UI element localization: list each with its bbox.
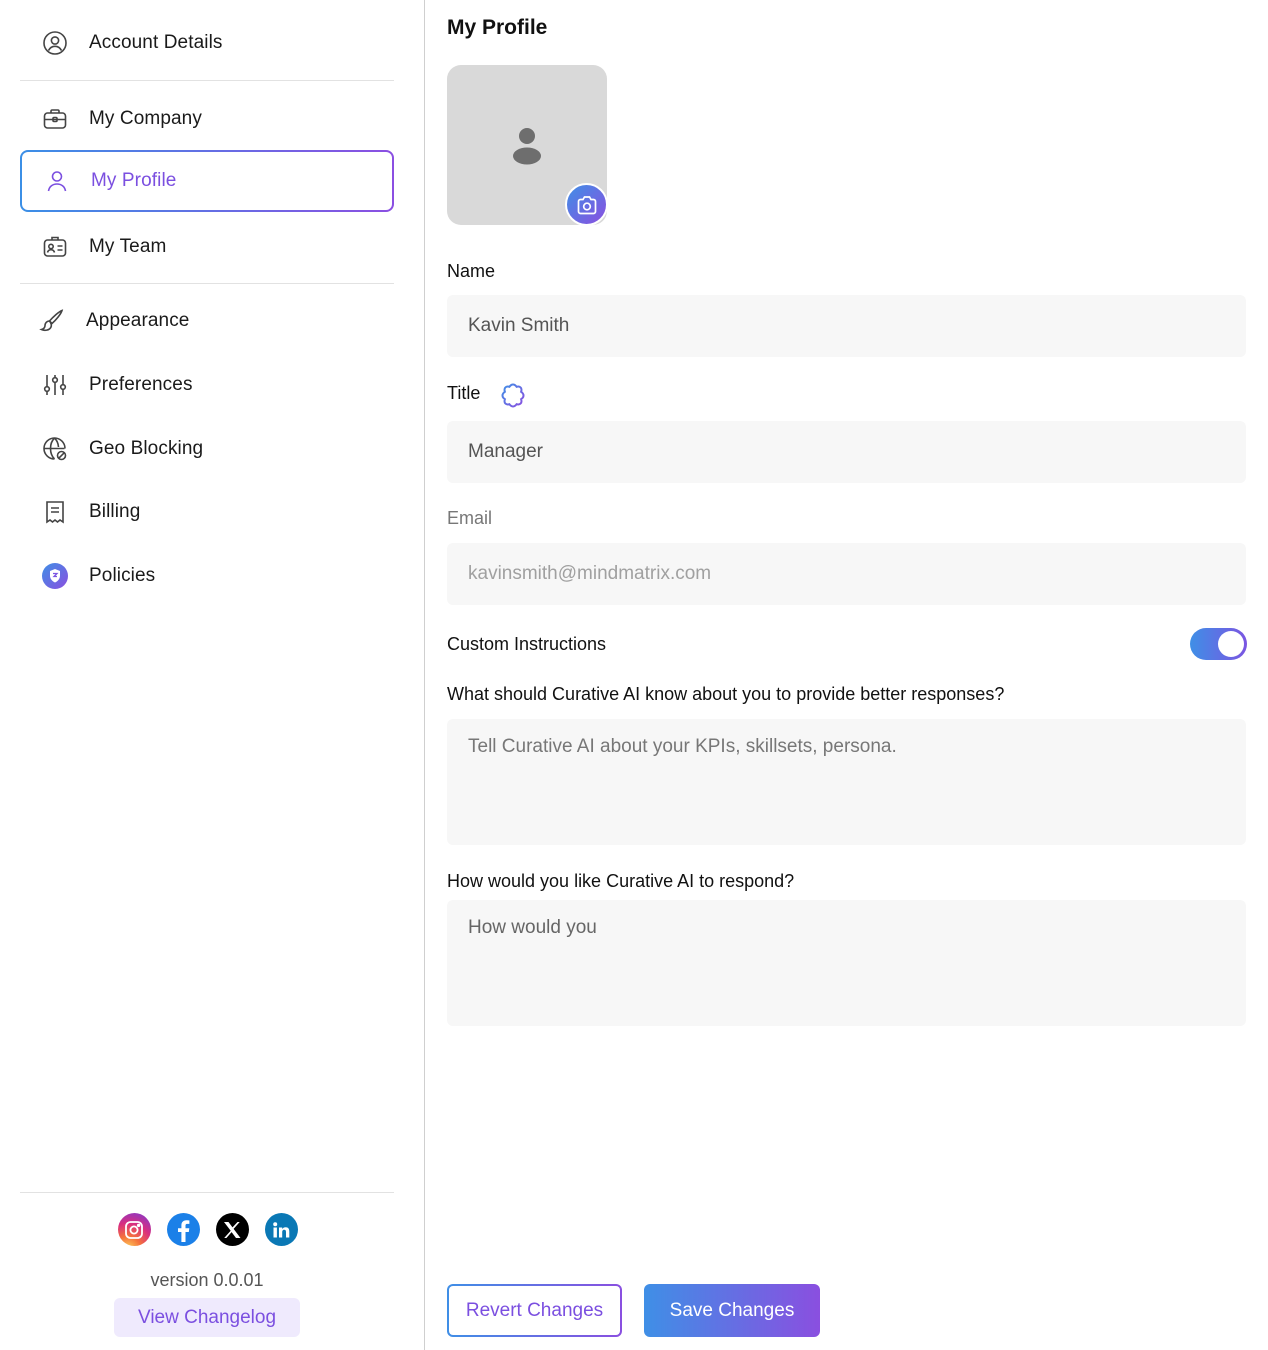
sidebar: Account Details My Company My Profile My… (0, 0, 425, 1350)
id-card-icon (40, 232, 70, 262)
name-label: Name (447, 261, 496, 281)
sidebar-item-billing[interactable]: Billing (20, 481, 394, 543)
social-links (0, 1213, 425, 1246)
divider (20, 1192, 394, 1193)
sliders-icon (40, 370, 70, 400)
user-circle-icon (40, 28, 70, 58)
page-title: My Profile (447, 16, 548, 39)
sidebar-item-label: Account Details (89, 32, 223, 53)
sidebar-item-geo-blocking[interactable]: Geo Blocking (20, 418, 394, 480)
sidebar-item-label: Billing (89, 501, 141, 522)
sidebar-item-preferences[interactable]: Preferences (20, 354, 394, 416)
sidebar-item-label: Geo Blocking (89, 438, 204, 459)
revert-changes-button[interactable]: Revert Changes (447, 1284, 622, 1337)
x-icon[interactable] (215, 1213, 249, 1246)
sidebar-item-appearance[interactable]: Appearance (20, 290, 394, 352)
camera-icon (577, 195, 596, 214)
linkedin-icon[interactable] (264, 1213, 298, 1246)
upload-photo-button[interactable] (565, 183, 608, 226)
custom-instructions-toggle[interactable] (1190, 628, 1247, 660)
sidebar-item-label: Preferences (89, 374, 193, 395)
briefcase-icon (40, 104, 70, 134)
instagram-icon[interactable] (117, 1213, 151, 1246)
shield-icon (40, 561, 70, 591)
user-icon (42, 166, 72, 196)
respond-style-textarea[interactable]: How would you (447, 900, 1246, 1026)
save-changes-button[interactable]: Save Changes (644, 1284, 820, 1337)
sidebar-item-label: My Company (89, 108, 202, 129)
version-text: version 0.0.01 (150, 1270, 264, 1290)
brush-icon (37, 306, 67, 336)
sidebar-item-label: Appearance (86, 310, 190, 331)
sidebar-item-label: Policies (89, 565, 156, 586)
title-label: Title (447, 383, 481, 403)
globe-block-icon (40, 434, 70, 464)
sidebar-item-account-details[interactable]: Account Details (20, 12, 394, 74)
custom-instructions-label: Custom Instructions (447, 634, 607, 654)
avatar[interactable] (447, 65, 608, 226)
name-input[interactable] (447, 295, 1246, 357)
avatar-placeholder-icon (513, 128, 541, 165)
facebook-icon[interactable] (166, 1213, 200, 1246)
about-you-label: What should Curative AI know about you t… (447, 684, 1005, 704)
sidebar-item-my-company[interactable]: My Company (20, 88, 394, 150)
divider (20, 283, 394, 284)
ai-suggest-icon[interactable] (499, 382, 527, 410)
receipt-icon (40, 497, 70, 527)
sidebar-item-policies[interactable]: Policies (20, 545, 394, 607)
sidebar-item-my-team[interactable]: My Team (20, 216, 394, 278)
email-field (447, 543, 1246, 605)
about-you-textarea[interactable]: Tell Curative AI about your KPIs, skills… (447, 719, 1246, 845)
title-input[interactable] (447, 421, 1246, 483)
sidebar-item-label: My Profile (91, 170, 177, 191)
email-label: Email (447, 508, 493, 528)
divider (20, 80, 394, 81)
view-changelog-button[interactable]: View Changelog (114, 1298, 300, 1337)
respond-style-label: How would you like Curative AI to respon… (447, 871, 795, 891)
toggle-knob (1218, 631, 1244, 657)
sidebar-item-my-profile[interactable]: My Profile (20, 150, 394, 212)
sidebar-item-label: My Team (89, 236, 167, 257)
